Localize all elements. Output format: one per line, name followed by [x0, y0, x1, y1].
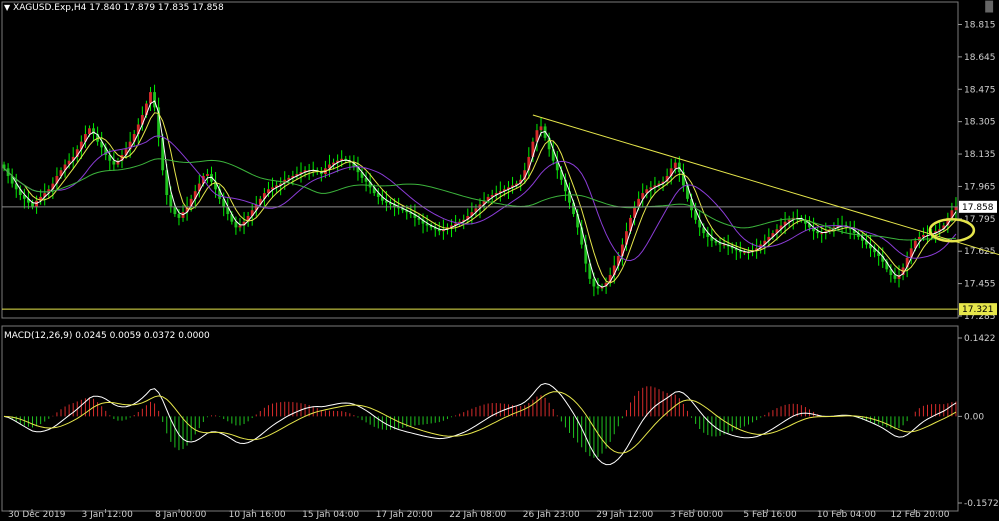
- candle-body: [2, 164, 6, 169]
- x-tick-label: 3 Jan 12:00: [82, 510, 134, 520]
- candle-body: [149, 92, 152, 104]
- corner-icon: █: [985, 2, 993, 13]
- price-y-tick-label: 17.965: [964, 182, 996, 192]
- x-tick-label: 15 Jan 04:00: [302, 510, 359, 520]
- candle-body: [238, 225, 242, 228]
- macd-y-tick-label: -0.1572: [964, 499, 999, 509]
- price-y-tick-label: 18.815: [964, 20, 996, 30]
- chart-canvas[interactable]: 18.81518.64518.47518.30518.13517.96517.7…: [0, 0, 999, 521]
- x-tick-label: 26 Jan 23:00: [523, 510, 580, 520]
- chevron-down-icon[interactable]: ▼: [4, 3, 10, 12]
- candle-body: [954, 206, 958, 211]
- x-tick-label: 3 Feb 00:00: [670, 510, 724, 520]
- candle-body: [169, 195, 173, 207]
- macd-y-tick-label: 0.1422: [964, 334, 996, 344]
- price-y-tick-label: 17.455: [964, 280, 996, 290]
- x-tick-label: 29 Jan 12:00: [596, 510, 653, 520]
- x-tick-label: 30 Dec 2019: [8, 510, 66, 520]
- candle-body: [592, 278, 596, 287]
- candle-body: [893, 275, 897, 279]
- price-y-tick-label: 18.475: [964, 85, 996, 95]
- price-panel-frame: [1, 1, 959, 319]
- macd-histogram-group: [7, 386, 957, 458]
- x-tick-label: 12 Feb 20:00: [890, 510, 949, 520]
- candle-body: [596, 286, 600, 289]
- candle-body: [88, 128, 91, 135]
- candle-body: [112, 160, 116, 165]
- macd-signal-line: [3, 391, 957, 454]
- descending-trendline: [532, 114, 999, 256]
- ma-fast-line: [3, 100, 957, 288]
- macd-header: MACD(12,26,9) 0.0245 0.0059 0.0372 0.000…: [4, 331, 210, 341]
- x-tick-label: 10 Feb 04:00: [817, 510, 876, 520]
- candle-body: [743, 252, 746, 254]
- macd-values-text: MACD(12,26,9) 0.0245 0.0059 0.0372 0.000…: [4, 331, 210, 341]
- price-y-tick-label: 18.645: [964, 53, 996, 63]
- macd-main-line: [3, 382, 957, 466]
- macd-y-tick-label: 0.00: [964, 412, 984, 422]
- candle-body: [177, 214, 181, 218]
- ma-slow-line: [3, 135, 957, 262]
- ma-mid-line: [3, 112, 957, 284]
- x-tick-label: 22 Jan 08:00: [449, 510, 506, 520]
- symbol-header: ▼ XAGUSD.Exp,H4 17.840 17.879 17.835 17.…: [4, 3, 224, 13]
- x-tick-label: 10 Jan 16:00: [229, 510, 286, 520]
- x-tick-label: 8 Jan 00:00: [155, 510, 207, 520]
- candle-body: [206, 174, 209, 176]
- current-price-tag: 17.858: [962, 203, 994, 213]
- candle-body: [539, 126, 543, 131]
- candle-body: [673, 162, 677, 169]
- price-y-tick-label: 18.305: [964, 118, 996, 128]
- symbol-ohlc-text: XAGUSD.Exp,H4 17.840 17.879 17.835 17.85…: [13, 3, 224, 13]
- candle-body: [820, 233, 824, 235]
- support-price-tag: 17.321: [962, 305, 994, 315]
- x-tick-label: 5 Feb 16:00: [743, 510, 797, 520]
- breakout-highlight-ellipse: [928, 218, 976, 243]
- macd-panel-frame: [1, 325, 959, 512]
- x-tick-label: 17 Jan 20:00: [376, 510, 433, 520]
- price-y-tick-label: 18.135: [964, 150, 996, 160]
